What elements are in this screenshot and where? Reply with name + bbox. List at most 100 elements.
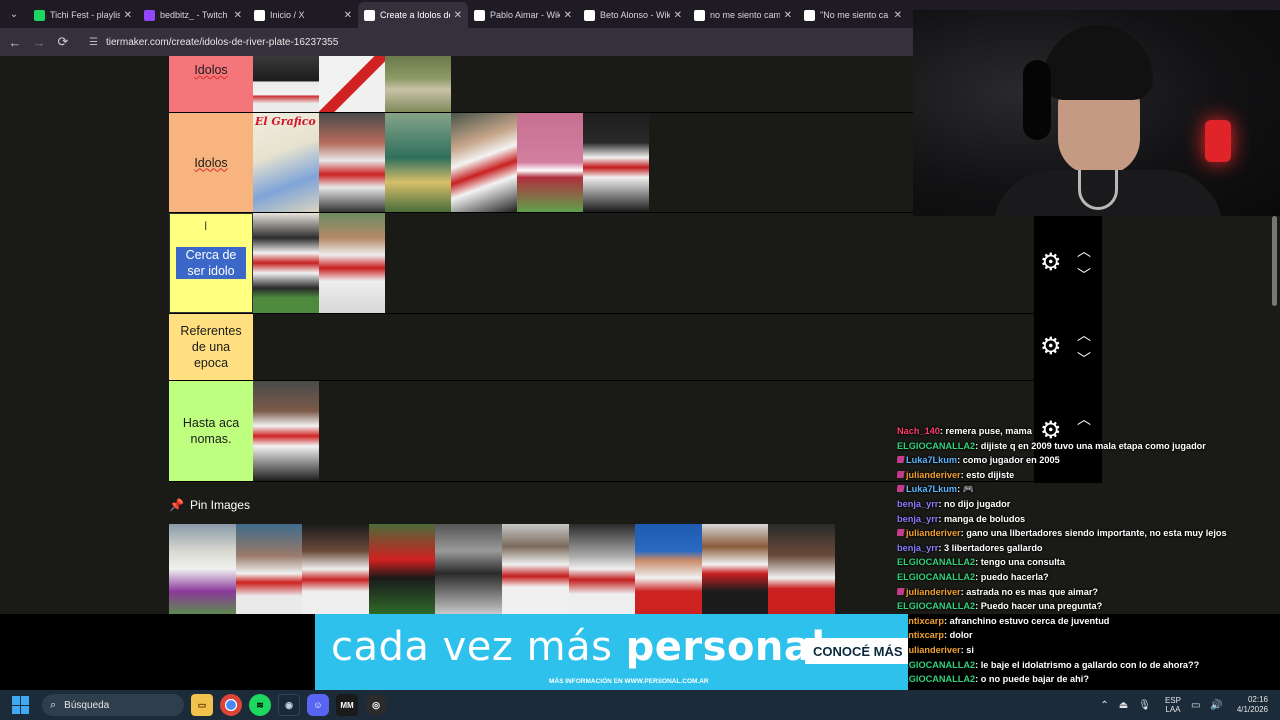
player-image[interactable] bbox=[701, 524, 769, 614]
chat-username[interactable]: ELGIOCANALLA2 bbox=[897, 572, 975, 582]
tier-label[interactable]: Idolos bbox=[169, 56, 253, 112]
personal-ad-banner[interactable]: cada vez más personal CONOCÉ MÁS MÁS INF… bbox=[315, 614, 908, 690]
player-image[interactable] bbox=[635, 524, 702, 614]
chat-username[interactable]: Luka7Lkum bbox=[906, 455, 957, 465]
browser-tab[interactable]: Create a Idolos de ✕ bbox=[358, 2, 468, 28]
chat-text: Puedo hacer una pregunta? bbox=[980, 601, 1103, 612]
file-explorer-icon[interactable]: ▭ bbox=[191, 694, 213, 716]
close-icon[interactable]: ✕ bbox=[564, 10, 572, 21]
back-arrow-icon[interactable]: ← bbox=[3, 35, 27, 50]
chat-username[interactable]: ELGIOCANALLA2 bbox=[897, 660, 975, 670]
volume-icon[interactable]: 🔊 bbox=[1210, 700, 1222, 711]
close-icon[interactable]: ✕ bbox=[454, 10, 462, 21]
reload-icon[interactable]: ⟳ bbox=[51, 34, 75, 50]
steam-icon[interactable]: ◉ bbox=[278, 694, 300, 716]
tier-label[interactable]: Referentes de una epoca bbox=[169, 314, 253, 380]
chat-message: ELGIOCANALLA2: dijiste q en 2009 tuvo un… bbox=[897, 439, 1280, 454]
browser-tab[interactable]: no me siento cam ✕ bbox=[688, 2, 798, 28]
clock[interactable]: 02:16 4/1/2026 bbox=[1237, 695, 1268, 715]
usb-icon[interactable]: ⏏ bbox=[1119, 700, 1128, 711]
obs-icon[interactable]: ◎ bbox=[365, 694, 387, 716]
player-image[interactable] bbox=[319, 113, 385, 212]
msi-afterburner-icon[interactable]: MM bbox=[336, 694, 358, 716]
browser-tab-label: "No me siento ca bbox=[820, 10, 889, 20]
close-icon[interactable]: ✕ bbox=[234, 10, 242, 21]
chevron-up-icon[interactable]: ︿ bbox=[1074, 328, 1094, 342]
input-language[interactable]: ESP LAA bbox=[1165, 696, 1181, 714]
close-icon[interactable]: ✕ bbox=[344, 10, 352, 21]
player-image[interactable] bbox=[385, 56, 451, 112]
microphone-icon[interactable]: 🎙 bbox=[1138, 700, 1151, 711]
player-image[interactable] bbox=[319, 56, 385, 112]
browser-tab[interactable]: Beto Alonso - Wiki ✕ bbox=[578, 2, 688, 28]
chat-message: ELGIOCANALLA2: tengo una consulta bbox=[897, 555, 1280, 570]
player-image[interactable] bbox=[568, 524, 636, 614]
player-image[interactable]: El Grafico bbox=[253, 113, 319, 212]
player-image[interactable] bbox=[319, 213, 385, 313]
browser-tab[interactable]: bedbitz_ - Twitch ✕ bbox=[138, 2, 248, 28]
player-image[interactable] bbox=[368, 524, 436, 614]
chevron-up-icon[interactable]: ︿ bbox=[1074, 244, 1094, 258]
browser-tab[interactable]: Inicio / X ✕ bbox=[248, 2, 358, 28]
tier-label[interactable]: Cerca de ser idolo bbox=[169, 213, 253, 313]
tray-chevron-up-icon[interactable]: ⌃ bbox=[1100, 700, 1108, 711]
chat-username[interactable]: benja_yrr bbox=[897, 543, 938, 553]
scrollbar-thumb[interactable] bbox=[1272, 216, 1277, 306]
gear-icon[interactable]: ⚙ bbox=[1040, 248, 1062, 277]
chat-username[interactable]: julianderiver bbox=[906, 470, 961, 480]
network-icon[interactable]: ▭ bbox=[1191, 700, 1200, 711]
player-image[interactable] bbox=[253, 213, 319, 313]
chat-username[interactable]: julianderiver bbox=[906, 528, 961, 538]
close-icon[interactable]: ✕ bbox=[894, 10, 902, 21]
player-image[interactable] bbox=[385, 113, 451, 212]
chat-message: ELGIOCANALLA2: puedo hacerla? bbox=[897, 570, 1280, 585]
chat-username[interactable]: julianderiver bbox=[906, 645, 961, 655]
chat-message: ELGIOCANALLA2: le baje el idolatrismo a … bbox=[897, 658, 1280, 673]
chat-username[interactable]: Nach_140 bbox=[897, 426, 940, 436]
player-image[interactable] bbox=[583, 113, 649, 212]
player-image[interactable] bbox=[253, 56, 319, 112]
close-icon[interactable]: ✕ bbox=[784, 10, 792, 21]
player-image[interactable] bbox=[435, 524, 502, 614]
chevron-down-icon[interactable]: ﹀ bbox=[1074, 268, 1094, 282]
browser-tab[interactable]: "No me siento ca ✕ bbox=[798, 2, 908, 28]
wikipedia-icon bbox=[584, 9, 595, 21]
chat-username[interactable]: Luka7Lkum bbox=[906, 484, 957, 494]
close-icon[interactable]: ✕ bbox=[124, 10, 132, 21]
chevron-down-icon[interactable]: ﹀ bbox=[1074, 352, 1094, 366]
chat-username[interactable]: ELGIOCANALLA2 bbox=[897, 674, 975, 684]
player-image[interactable] bbox=[169, 524, 236, 614]
player-image[interactable] bbox=[501, 524, 569, 614]
tab-search-chevron-icon[interactable]: ⌄ bbox=[0, 0, 28, 28]
player-image[interactable] bbox=[451, 113, 517, 212]
chrome-icon[interactable] bbox=[220, 694, 242, 716]
close-icon[interactable]: ✕ bbox=[674, 10, 682, 21]
browser-tab[interactable]: Pablo Aimar - Wiki ✕ bbox=[468, 2, 578, 28]
browser-tab[interactable]: Tichi Fest - playlis ✕ bbox=[28, 2, 138, 28]
spotify-icon[interactable]: ≋ bbox=[249, 694, 271, 716]
tier-label[interactable]: Idolos bbox=[169, 113, 253, 212]
player-image[interactable] bbox=[302, 524, 369, 614]
gear-icon[interactable]: ⚙ bbox=[1040, 332, 1062, 361]
windows-start-icon[interactable] bbox=[12, 696, 30, 714]
browser-tab-label: Pablo Aimar - Wiki bbox=[490, 10, 560, 20]
chat-username[interactable]: benja_yrr bbox=[897, 499, 938, 509]
url-field[interactable]: ☰ tiermaker.com/create/idolos-de-river-p… bbox=[89, 37, 338, 48]
chat-username[interactable]: julianderiver bbox=[906, 587, 961, 597]
tier-label[interactable]: Hasta aca nomas. bbox=[169, 381, 253, 481]
neck-chain bbox=[1078, 170, 1118, 210]
player-image[interactable] bbox=[768, 524, 835, 614]
player-image[interactable] bbox=[253, 381, 319, 481]
site-info-icon[interactable]: ☰ bbox=[89, 37, 98, 48]
forward-arrow-icon[interactable]: → bbox=[27, 35, 51, 50]
chat-username[interactable]: ELGIOCANALLA2 bbox=[897, 557, 975, 567]
chat-username[interactable]: ELGIOCANALLA2 bbox=[897, 601, 975, 611]
banner-cta-button[interactable]: CONOCÉ MÁS bbox=[805, 638, 908, 664]
chat-username[interactable]: benja_yrr bbox=[897, 514, 938, 524]
sub-badge-icon bbox=[897, 529, 905, 537]
taskbar-search[interactable]: ⌕ Búsqueda bbox=[42, 694, 184, 716]
discord-icon[interactable]: ☺ bbox=[307, 694, 329, 716]
player-image[interactable] bbox=[517, 113, 583, 212]
chat-username[interactable]: ELGIOCANALLA2 bbox=[897, 441, 975, 451]
player-image[interactable] bbox=[235, 524, 303, 614]
